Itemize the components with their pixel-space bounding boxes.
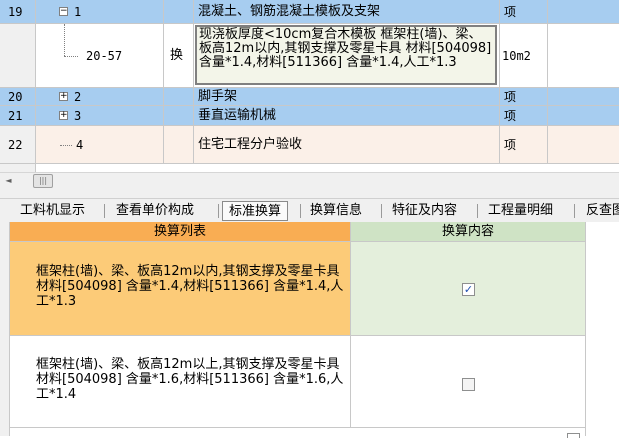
code-cell: − 1	[36, 0, 164, 24]
tab-unit-price[interactable]: 查看单价构成	[110, 201, 200, 221]
table-row[interactable]: 20 + 2 脚手架 项	[0, 88, 619, 106]
tab-separator	[300, 204, 301, 218]
conversion-check-cell: ✓	[351, 242, 586, 336]
unit-cell: 项	[500, 88, 548, 106]
table-row[interactable]: 22 4 住宅工程分户验收 项	[0, 126, 619, 164]
code-cell: + 3	[36, 106, 164, 126]
code-text: 1	[74, 5, 82, 19]
tab-features[interactable]: 特征及内容	[386, 201, 463, 221]
extra-cell	[548, 126, 619, 164]
tab-separator	[574, 204, 575, 218]
unit-cell: 10m2	[500, 24, 548, 88]
name-cell: 脚手架	[194, 88, 500, 106]
scroll-thumb[interactable]: |||	[33, 174, 53, 188]
tree-line	[64, 56, 78, 58]
tab-materials[interactable]: 工料机显示	[14, 201, 91, 221]
tab-standard-conversion[interactable]: 标准换算	[222, 201, 289, 221]
extra-cell	[548, 88, 619, 106]
column-header-content: 换算内容	[351, 222, 586, 242]
unit-cell: 项	[500, 106, 548, 126]
mark-cell: 换	[164, 24, 194, 88]
table-row[interactable]: 20-57 换 现浇板厚度<10cm复合木模板 框架柱(墙)、梁、板高12m以内…	[0, 24, 619, 88]
measure-table: 19 − 1 混凝土、钢筋混凝土模板及支架 项 20-57 换 现浇板厚度<10…	[0, 0, 619, 172]
panel-gap	[0, 189, 619, 198]
unit-cell: 项	[500, 0, 548, 24]
tab-reverse-lookup[interactable]: 反查图	[580, 201, 619, 221]
name-cell: 垂直运输机械	[194, 106, 500, 126]
tree-line	[64, 24, 66, 56]
expand-icon[interactable]: +	[59, 92, 68, 101]
name-cell-editing[interactable]: 现浇板厚度<10cm复合木模板 框架柱(墙)、梁、板高12m以内,其钢支撑及零星…	[194, 24, 500, 88]
row-number	[0, 24, 36, 88]
code-text: 20-57	[86, 49, 123, 63]
check-mark-icon: ✓	[463, 283, 474, 296]
row-number: 20	[0, 88, 36, 106]
tree-line	[60, 145, 72, 147]
conversion-text: 框架柱(墙)、梁、板高12m以内,其钢支撑及零星卡具 材料[504098] 含量…	[36, 264, 344, 309]
extra-cell	[548, 106, 619, 126]
mark-cell	[164, 106, 194, 126]
unit-cell: 项	[500, 126, 548, 164]
code-text: 4	[76, 138, 84, 152]
row-indicator-column	[0, 222, 10, 436]
name-cell: 混凝土、钢筋混凝土模板及支架	[194, 0, 500, 24]
extra-cell	[548, 0, 619, 24]
name-cell: 住宅工程分户验收	[194, 126, 500, 164]
table-row[interactable]: 21 + 3 垂直运输机械 项	[0, 106, 619, 126]
code-text: 3	[74, 109, 82, 123]
tab-separator	[104, 204, 105, 218]
conversion-row[interactable]: 框架柱(墙)、梁、板高12m以上,其钢支撑及零星卡具 材料[504098] 含量…	[10, 336, 351, 428]
row-number: 19	[0, 0, 36, 24]
expand-icon[interactable]: +	[59, 111, 68, 120]
collapse-icon[interactable]: −	[59, 7, 68, 16]
conversion-checkbox[interactable]	[462, 378, 475, 391]
tab-separator	[381, 204, 382, 218]
tab-separator	[218, 204, 219, 218]
horizontal-scrollbar[interactable]: ◄ |||	[0, 172, 619, 189]
row-number: 21	[0, 106, 36, 126]
code-text: 2	[74, 90, 82, 104]
code-cell: + 2	[36, 88, 164, 106]
row-number: 22	[0, 126, 36, 164]
code-cell: 20-57	[36, 24, 164, 88]
tab-quantity-detail[interactable]: 工程量明细	[482, 201, 559, 221]
code-cell: 4	[36, 126, 164, 164]
mark-cell	[164, 88, 194, 106]
table-row[interactable]: 19 − 1 混凝土、钢筋混凝土模板及支架 项	[0, 0, 619, 24]
tab-conversion-info[interactable]: 换算信息	[304, 201, 368, 221]
conversion-check-cell	[351, 336, 586, 428]
column-header-list: 换算列表	[10, 222, 351, 242]
mark-cell	[164, 126, 194, 164]
grip-icon: |||	[38, 176, 48, 185]
table-filler	[0, 164, 619, 172]
name-editor[interactable]: 现浇板厚度<10cm复合木模板 框架柱(墙)、梁、板高12m以内,其钢支撑及零星…	[195, 25, 497, 85]
extra-cell	[548, 24, 619, 88]
conversion-checkbox[interactable]: ✓	[462, 283, 475, 296]
conversion-row-partial	[10, 428, 586, 438]
conversion-row[interactable]: 框架柱(墙)、梁、板高12m以内,其钢支撑及零星卡具 材料[504098] 含量…	[10, 242, 351, 336]
row-number	[0, 164, 36, 172]
mark-cell	[164, 0, 194, 24]
arrow-left-icon: ◄	[5, 176, 12, 185]
detail-tabs: 工料机显示 查看单价构成 标准换算 换算信息 特征及内容 工程量明细 反查图	[0, 198, 619, 223]
tab-separator	[477, 204, 478, 218]
scroll-left-button[interactable]: ◄	[0, 173, 17, 189]
conversion-text: 框架柱(墙)、梁、板高12m以上,其钢支撑及零星卡具 材料[504098] 含量…	[36, 357, 344, 402]
